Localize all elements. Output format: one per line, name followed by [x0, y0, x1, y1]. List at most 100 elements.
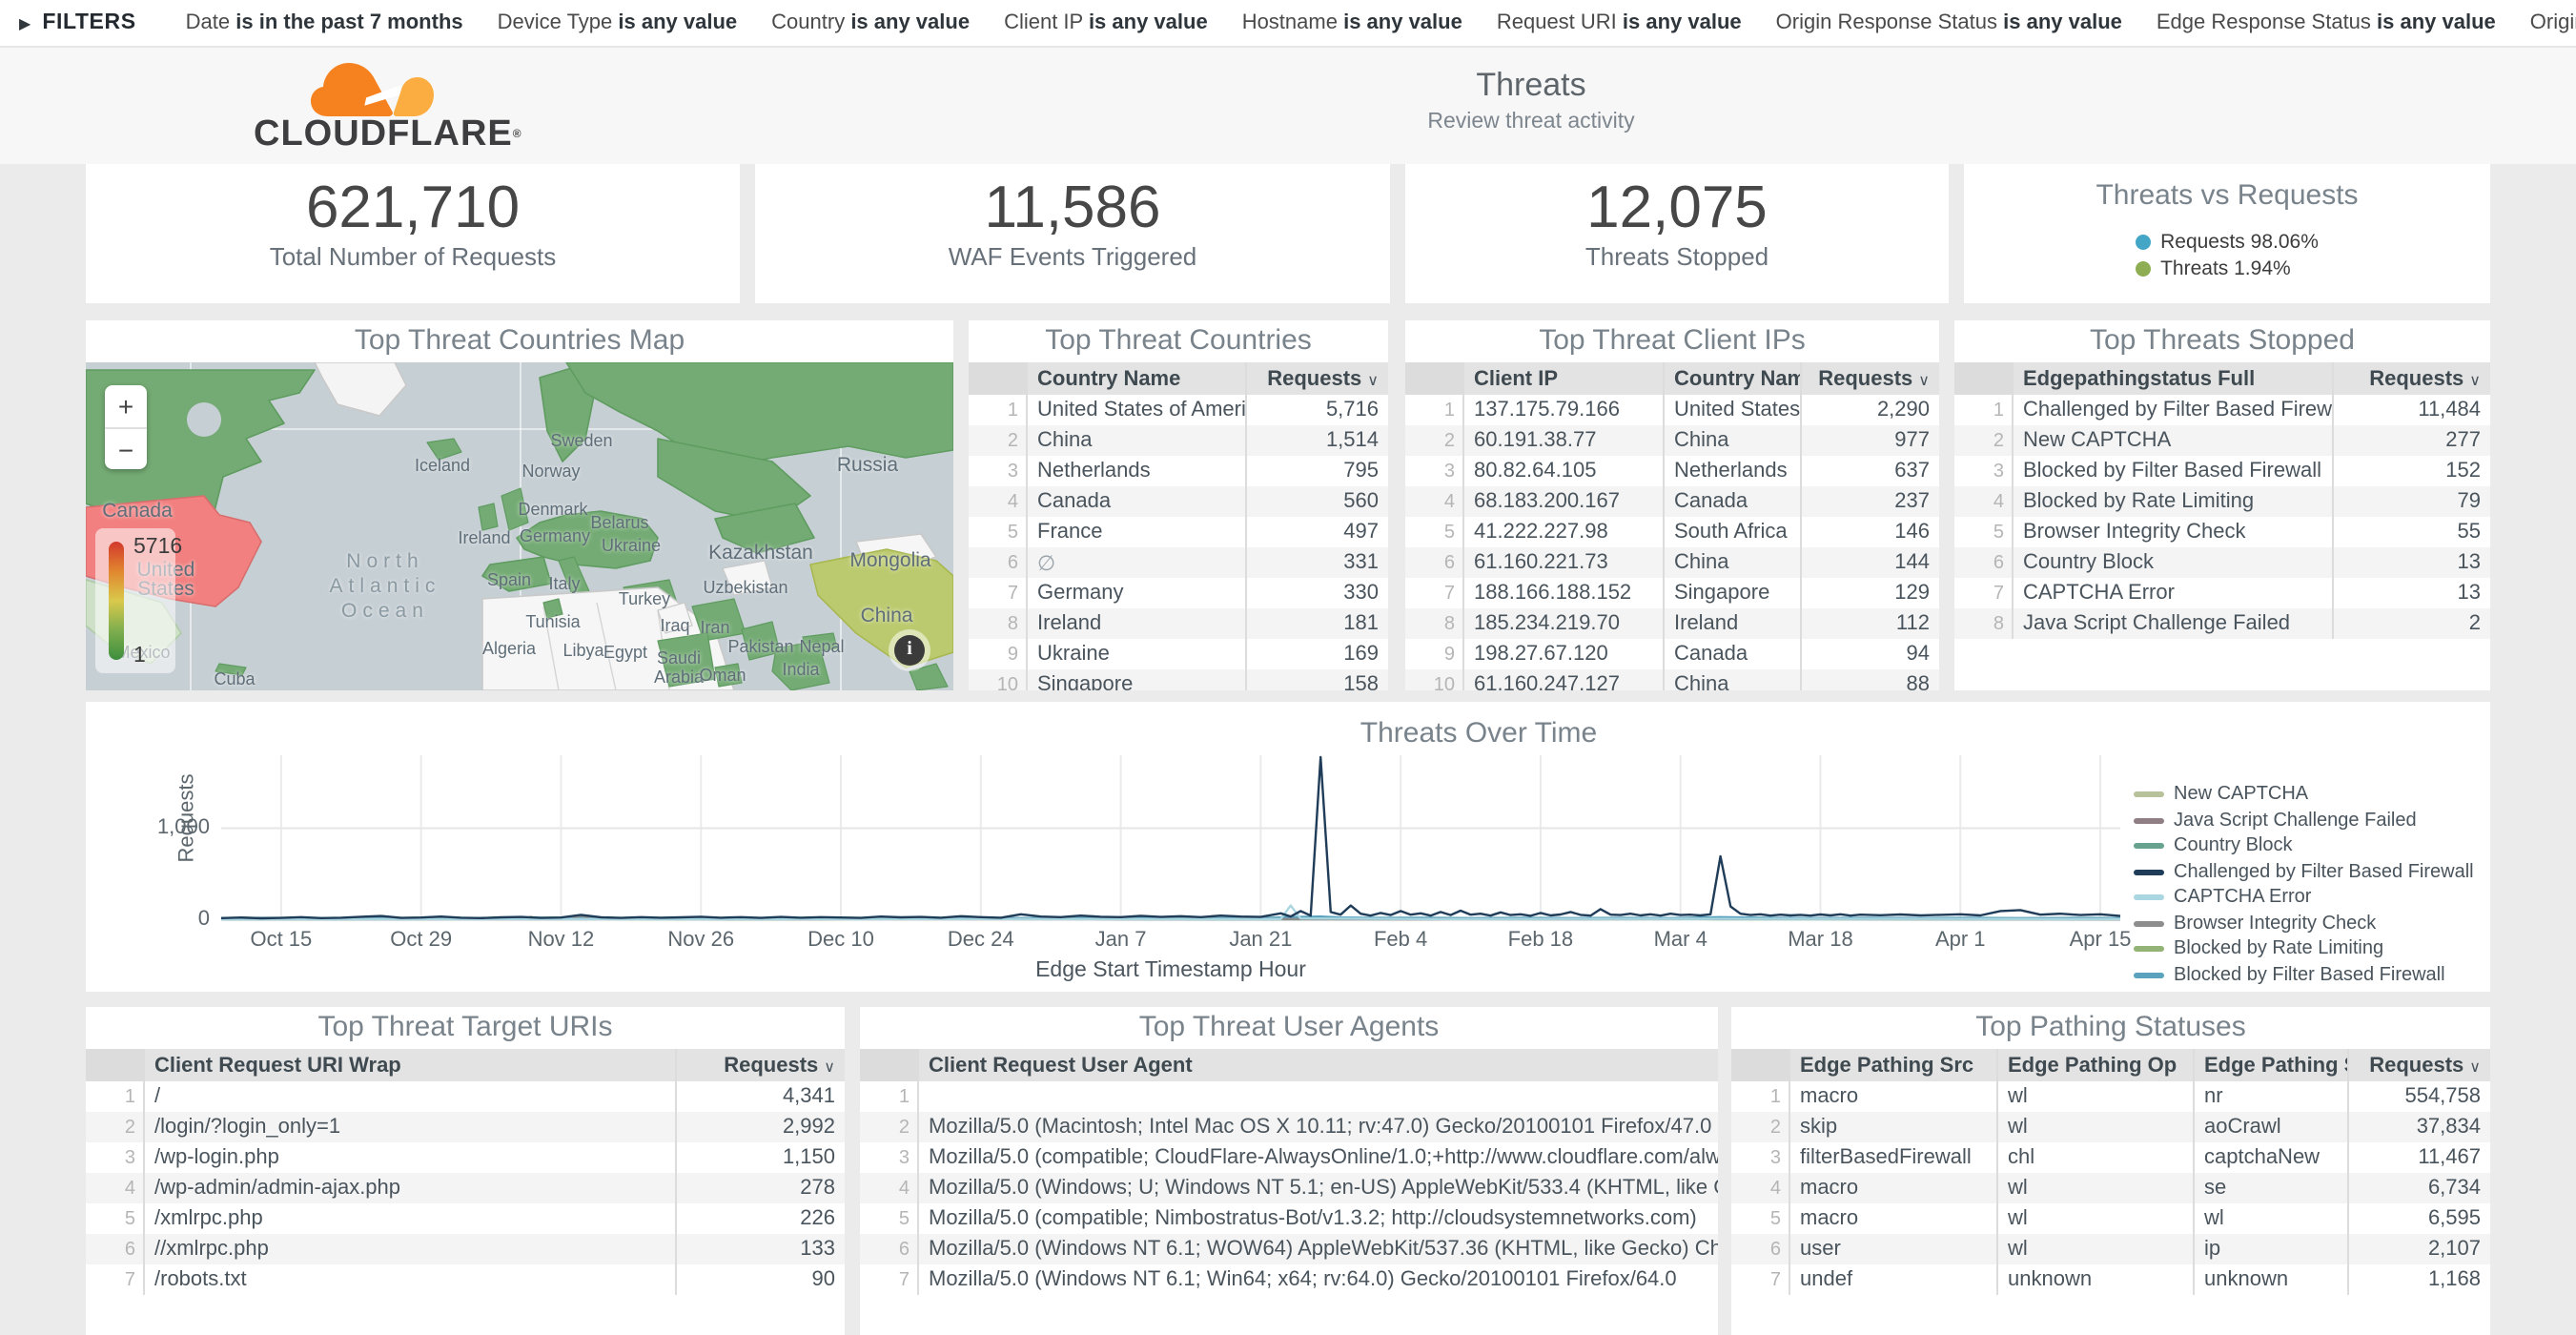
table-cell: 560	[1246, 486, 1388, 517]
filter-item[interactable]: Request URI is any value	[1497, 11, 1742, 34]
legend-item[interactable]: New CAPTCHA	[2134, 782, 2486, 808]
filter-item[interactable]: Origin IP is any value	[2530, 11, 2576, 34]
table-row[interactable]: 661.160.221.73China144	[1405, 547, 1939, 578]
line-chart-plot[interactable]	[221, 755, 2120, 919]
filter-item[interactable]: Origin Response Status is any value	[1776, 11, 2122, 34]
filter-item[interactable]: Edge Response Status is any value	[2157, 11, 2496, 34]
table-row[interactable]: 3Blocked by Filter Based Firewall152	[1954, 456, 2490, 486]
table-row[interactable]: 6∅331	[969, 547, 1388, 578]
column-header[interactable]: Requests∨	[1246, 362, 1388, 395]
table-cell: Singapore	[1664, 578, 1801, 608]
table-row[interactable]: 4/wp-admin/admin-ajax.php278	[86, 1173, 845, 1203]
column-header[interactable]: Client Request User Agent	[918, 1049, 1718, 1081]
table-row[interactable]: 5Browser Integrity Check55	[1954, 517, 2490, 547]
filter-item[interactable]: Device Type is any value	[498, 11, 738, 34]
table-row[interactable]: 3/wp-login.php1,150	[86, 1142, 845, 1173]
table-row[interactable]: 5/xmlrpc.php226	[86, 1203, 845, 1234]
table-row[interactable]: 5Mozilla/5.0 (compatible; Nimbostratus-B…	[860, 1203, 1718, 1234]
filter-item[interactable]: Hostname is any value	[1242, 11, 1462, 34]
table-row[interactable]: 5France497	[969, 517, 1388, 547]
table-row[interactable]: 1061.160.247.127China88	[1405, 669, 1939, 690]
legend-item[interactable]: CAPTCHA Error	[2134, 885, 2486, 911]
legend-item[interactable]: Challenged by Filter Based Firewall	[2134, 859, 2486, 885]
zoom-out-button[interactable]: −	[105, 429, 147, 471]
column-header[interactable]: Requests∨	[676, 1049, 845, 1081]
legend-item[interactable]: Java Script Challenge Failed	[2134, 808, 2486, 833]
table-row[interactable]: 3Netherlands795	[969, 456, 1388, 486]
map-svg[interactable]	[86, 362, 953, 690]
column-header[interactable]: Edgepathingstatus Full	[2013, 362, 2333, 395]
table-row[interactable]: 6Mozilla/5.0 (Windows NT 6.1; WOW64) App…	[860, 1234, 1718, 1264]
filter-item[interactable]: Date is in the past 7 months	[186, 11, 463, 34]
filter-item[interactable]: Client IP is any value	[1004, 11, 1208, 34]
table-row[interactable]: 7/robots.txt90	[86, 1264, 845, 1295]
filters-expand-icon[interactable]: ▶	[19, 14, 31, 31]
legend-item[interactable]: Browser Integrity Check	[2134, 911, 2486, 936]
table-row[interactable]: 4Canada560	[969, 486, 1388, 517]
table-row[interactable]: 8Java Script Challenge Failed2	[1954, 608, 2490, 639]
legend-item[interactable]: Blocked by Rate Limiting	[2134, 936, 2486, 962]
column-header[interactable]: Requests∨	[2333, 362, 2490, 395]
table-row[interactable]: 1macrowlnr554,758	[1731, 1081, 2490, 1112]
table-row[interactable]: 1Challenged by Filter Based Firewall11,4…	[1954, 395, 2490, 425]
table-row[interactable]: 9Ukraine169	[969, 639, 1388, 669]
table-row[interactable]: 10Singapore158	[969, 669, 1388, 690]
table-row[interactable]: 260.191.38.77China977	[1405, 425, 1939, 456]
table-row[interactable]: 4Mozilla/5.0 (Windows; U; Windows NT 5.1…	[860, 1173, 1718, 1203]
legend-item[interactable]: Blocked by Filter Based Firewall	[2134, 962, 2486, 988]
table-row[interactable]: 7undefunknownunknown1,168	[1731, 1264, 2490, 1295]
chart-legend: New CAPTCHAJava Script Challenge FailedC…	[2134, 782, 2486, 988]
table-row[interactable]: 6//xmlrpc.php133	[86, 1234, 845, 1264]
table-row[interactable]: 1/4,341	[86, 1081, 845, 1112]
table-row[interactable]: 541.222.227.98South Africa146	[1405, 517, 1939, 547]
table-row[interactable]: 9198.27.67.120Canada94	[1405, 639, 1939, 669]
table-row[interactable]: 6userwlip2,107	[1731, 1234, 2490, 1264]
table-row[interactable]: 8185.234.219.70Ireland112	[1405, 608, 1939, 639]
x-tick-label: Feb 4	[1343, 929, 1458, 952]
table-row[interactable]: 4Blocked by Rate Limiting79	[1954, 486, 2490, 517]
table-row[interactable]: 7Mozilla/5.0 (Windows NT 6.1; Win64; x64…	[860, 1264, 1718, 1295]
zoom-in-button[interactable]: +	[105, 385, 147, 429]
table-row[interactable]: 5macrowlwl6,595	[1731, 1203, 2490, 1234]
table-cell: ∅	[1027, 547, 1246, 578]
table-row[interactable]: 1	[860, 1081, 1718, 1112]
table-row[interactable]: 2/login/?login_only=12,992	[86, 1112, 845, 1142]
table-row[interactable]: 1137.175.79.166United States of America2…	[1405, 395, 1939, 425]
column-header[interactable]: Client IP	[1463, 362, 1664, 395]
table-row[interactable]: 468.183.200.167Canada237	[1405, 486, 1939, 517]
top-threat-user-agents-table: Client Request User Agent1 2Mozilla/5.0 …	[860, 1049, 1718, 1295]
table-row[interactable]: 2China1,514	[969, 425, 1388, 456]
column-header[interactable]: Client Request URI Wrap	[144, 1049, 676, 1081]
filters-label[interactable]: FILTERS	[42, 11, 135, 34]
column-header[interactable]: Requests∨	[1801, 362, 1939, 395]
table-row[interactable]: 8Ireland181	[969, 608, 1388, 639]
table-row[interactable]: 4macrowlse6,734	[1731, 1173, 2490, 1203]
table-row[interactable]: 2skipwlaoCrawl37,834	[1731, 1112, 2490, 1142]
table-row[interactable]: 2Mozilla/5.0 (Macintosh; Intel Mac OS X …	[860, 1112, 1718, 1142]
column-header[interactable]: Edge Pathing Status	[2194, 1049, 2348, 1081]
table-row[interactable]: 7CAPTCHA Error13	[1954, 578, 2490, 608]
world-map[interactable]: CanadaUnited StatesMexicoCubaIcelandIrel…	[86, 362, 953, 690]
table-row[interactable]: 3filterBasedFirewallchlcaptchaNew11,467	[1731, 1142, 2490, 1173]
table-cell: filterBasedFirewall	[1789, 1142, 1997, 1173]
table-row[interactable]: 6Country Block13	[1954, 547, 2490, 578]
column-header[interactable]: Country Name	[1664, 362, 1801, 395]
legend-item[interactable]: Threats 1.94%	[2136, 256, 2319, 282]
legend-label: CAPTCHA Error	[2174, 888, 2311, 909]
legend-item[interactable]: Requests 98.06%	[2136, 229, 2319, 256]
row-index: 3	[1731, 1142, 1789, 1173]
column-header[interactable]: Edge Pathing Op	[1997, 1049, 2194, 1081]
table-row[interactable]: 380.82.64.105Netherlands637	[1405, 456, 1939, 486]
filter-item[interactable]: Country is any value	[771, 11, 970, 34]
table-row[interactable]: 7Germany330	[969, 578, 1388, 608]
table-row[interactable]: 2New CAPTCHA277	[1954, 425, 2490, 456]
table-row[interactable]: 7188.166.188.152Singapore129	[1405, 578, 1939, 608]
column-header[interactable]: Country Name	[1027, 362, 1246, 395]
table-row[interactable]: 1United States of America5,716	[969, 395, 1388, 425]
legend-line-icon	[2134, 818, 2164, 824]
info-icon[interactable]: i	[889, 629, 930, 671]
column-header[interactable]: Edge Pathing Src	[1789, 1049, 1997, 1081]
legend-item[interactable]: Country Block	[2134, 833, 2486, 859]
column-header[interactable]: Requests∨	[2348, 1049, 2490, 1081]
table-row[interactable]: 3Mozilla/5.0 (compatible; CloudFlare-Alw…	[860, 1142, 1718, 1173]
